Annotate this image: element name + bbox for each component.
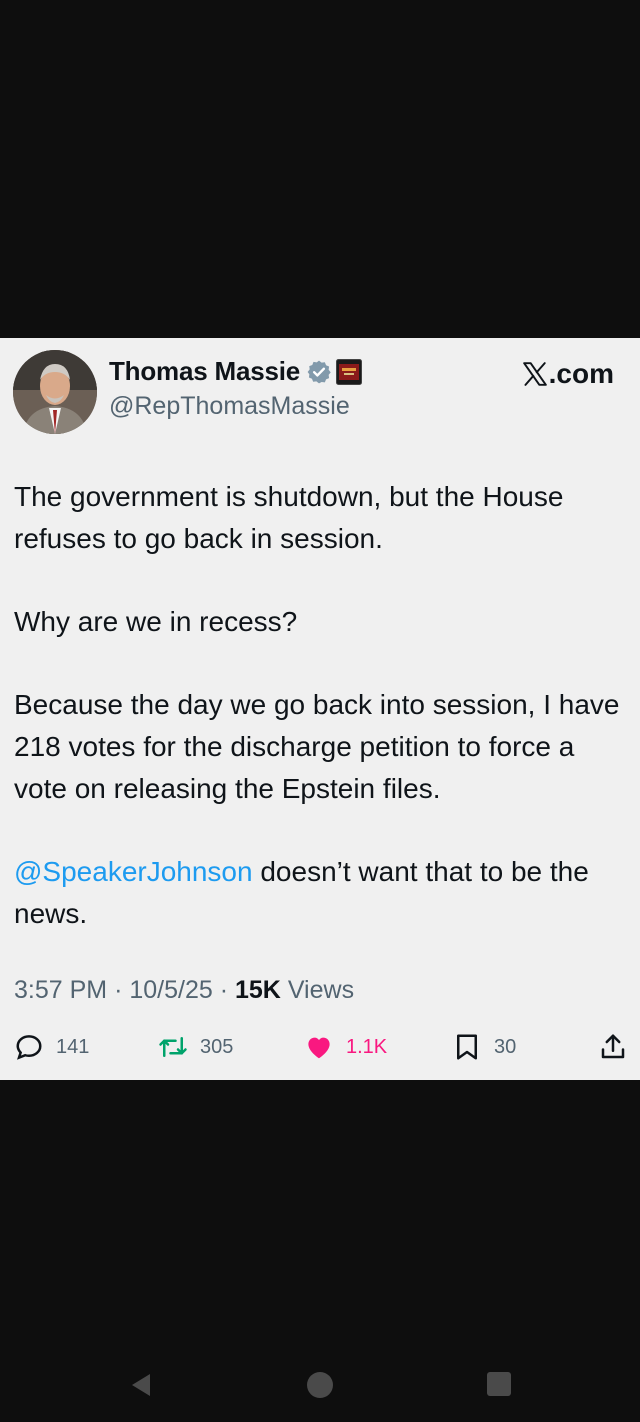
verified-badge-icon — [307, 360, 331, 383]
like-count: 1.1K — [346, 1035, 388, 1058]
tweet-paragraph: Because the day we go back into session,… — [14, 689, 620, 804]
repost-icon — [159, 1037, 187, 1057]
separator: · — [114, 976, 130, 1004]
bookmark-button[interactable]: 30 — [452, 1032, 516, 1062]
repost-count: 305 — [200, 1035, 234, 1058]
author-row: Thomas Massie — [109, 356, 363, 387]
system-navigation-bar — [0, 1360, 640, 1410]
separator: · — [219, 976, 235, 1004]
mention-link[interactable]: @SpeakerJohnson — [14, 856, 253, 887]
like-button[interactable]: 1.1K — [304, 1032, 387, 1062]
tweet-meta: 3:57 PM · 10/5/25 · 15K Views — [14, 976, 354, 1005]
author-name[interactable]: Thomas Massie — [109, 356, 300, 387]
tweet-paragraph: @SpeakerJohnson doesn’t want that to be … — [14, 851, 626, 935]
reply-button[interactable]: 141 — [14, 1032, 89, 1062]
home-icon[interactable] — [307, 1372, 333, 1398]
avatar[interactable] — [13, 350, 97, 434]
tweet-paragraph: The government is shutdown, but the Hous… — [14, 481, 564, 554]
author-handle[interactable]: @RepThomasMassie — [109, 392, 350, 421]
views-count: 15K — [235, 976, 281, 1004]
reply-icon — [16, 1035, 42, 1060]
views-label: Views — [287, 976, 355, 1004]
repost-button[interactable]: 305 — [158, 1032, 233, 1062]
action-bar: 141 305 1.1K 30 — [0, 1032, 640, 1068]
affiliation-badge-icon — [336, 358, 363, 385]
x-logo-icon — [522, 362, 547, 386]
bookmark-count: 30 — [494, 1035, 517, 1058]
tweet-time[interactable]: 3:57 PM — [14, 976, 107, 1004]
tweet-text: The government is shutdown, but the Hous… — [14, 476, 626, 976]
site-label: .com — [548, 358, 614, 389]
bookmark-icon — [457, 1034, 477, 1060]
reply-count: 141 — [56, 1035, 90, 1058]
tweet-date[interactable]: 10/5/25 — [129, 976, 212, 1004]
share-icon — [601, 1034, 625, 1059]
tweet-card: Thomas Massie @RepThomasMassie .com The … — [0, 338, 640, 1080]
back-icon[interactable] — [128, 1372, 154, 1398]
heart-icon — [308, 1037, 330, 1059]
share-button[interactable] — [598, 1032, 640, 1062]
x-com-label: .com — [522, 358, 614, 390]
tweet-paragraph: Why are we in recess? — [14, 606, 298, 637]
recents-icon[interactable] — [487, 1372, 511, 1396]
